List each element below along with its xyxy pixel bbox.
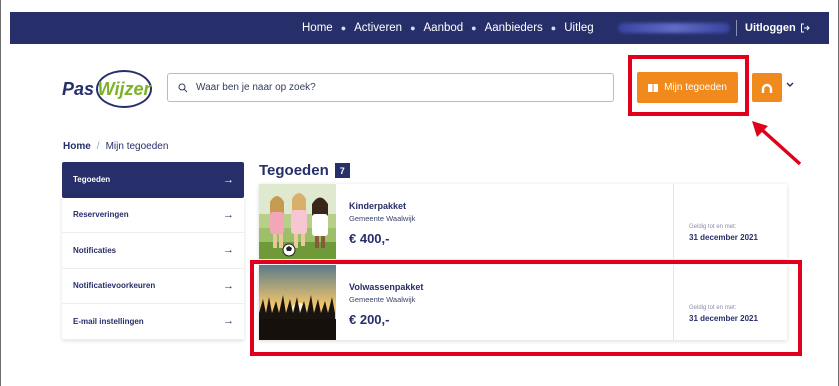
arrow-right-icon: → bbox=[223, 208, 234, 221]
search-icon bbox=[178, 83, 188, 92]
card-name: Kinderpakket bbox=[349, 201, 407, 211]
chevron-down-icon[interactable] bbox=[786, 82, 794, 88]
redacted-user-name bbox=[618, 23, 730, 33]
search-input[interactable] bbox=[196, 82, 596, 93]
top-navigation-bar: Home ● Activeren ● Aanbod ● Aanbieders ●… bbox=[10, 12, 829, 44]
nav-separator-dot: ● bbox=[410, 23, 416, 33]
user-icon bbox=[761, 83, 773, 93]
arrow-right-icon: → bbox=[223, 279, 234, 292]
paswijzer-logo[interactable]: Pas Wijzer bbox=[62, 69, 153, 109]
account-sidebar: Tegoeden → Reserveringen → Notificaties … bbox=[62, 162, 244, 340]
card-divider bbox=[673, 184, 674, 259]
page-title: Tegoeden 7 bbox=[259, 162, 350, 179]
nav-link-aanbod[interactable]: Aanbod bbox=[424, 22, 464, 34]
highlight-box-card bbox=[250, 260, 802, 356]
breadcrumb-current: Mijn tegoeden bbox=[105, 141, 169, 152]
logo-text-pas: Pas bbox=[62, 78, 95, 99]
sidebar-item-label: Tegoeden bbox=[73, 175, 111, 185]
nav-link-aanbieders[interactable]: Aanbieders bbox=[485, 22, 543, 34]
sidebar-item-label: Notificaties bbox=[73, 245, 117, 255]
annotation-arrow-icon bbox=[752, 121, 802, 166]
arrow-right-icon: → bbox=[223, 173, 234, 186]
sidebar-item-label: E-mail instellingen bbox=[73, 316, 144, 326]
nav-link-home[interactable]: Home bbox=[302, 22, 333, 34]
nav-link-uitleg[interactable]: Uitleg bbox=[564, 22, 593, 34]
tegoed-card-kinderpakket[interactable]: Kinderpakket Gemeente Waalwijk € 400,- G… bbox=[259, 184, 787, 259]
sidebar-list: Reserveringen → Notificaties → Notificat… bbox=[62, 197, 244, 340]
card-amount: € 400,- bbox=[349, 231, 390, 246]
nav-link-activeren[interactable]: Activeren bbox=[354, 22, 402, 34]
sidebar-item-notificatievoorkeuren[interactable]: Notificatievoorkeuren → bbox=[62, 268, 244, 304]
logout-icon bbox=[800, 23, 810, 33]
sidebar-item-reserveringen[interactable]: Reserveringen → bbox=[62, 197, 244, 233]
sidebar-item-label: Notificatievoorkeuren bbox=[73, 281, 156, 291]
logo-text-wijzer: Wijzer bbox=[96, 70, 153, 108]
highlight-box-button bbox=[628, 55, 749, 116]
logout-link[interactable]: Uitloggen bbox=[745, 12, 810, 44]
sidebar-item-email-instellingen[interactable]: E-mail instellingen → bbox=[62, 304, 244, 340]
breadcrumb-separator: / bbox=[96, 141, 100, 152]
top-nav-links: Home ● Activeren ● Aanbod ● Aanbieders ●… bbox=[302, 12, 594, 44]
arrow-right-icon: → bbox=[223, 244, 234, 257]
count-badge: 7 bbox=[334, 163, 350, 178]
breadcrumb-home[interactable]: Home bbox=[63, 141, 91, 152]
search-bar[interactable] bbox=[167, 73, 614, 102]
user-menu-button[interactable] bbox=[752, 73, 782, 102]
breadcrumb: Home / Mijn tegoeden bbox=[63, 141, 168, 152]
sidebar-item-notificaties[interactable]: Notificaties → bbox=[62, 233, 244, 269]
card-organisation: Gemeente Waalwijk bbox=[349, 214, 416, 223]
nav-separator-dot: ● bbox=[550, 23, 557, 33]
nav-separator-dot: ● bbox=[340, 23, 347, 33]
sidebar-item-tegoeden[interactable]: Tegoeden → bbox=[62, 162, 244, 198]
page-title-text: Tegoeden bbox=[259, 162, 329, 179]
card-valid-date: 31 december 2021 bbox=[689, 233, 758, 242]
logout-label: Uitloggen bbox=[745, 22, 796, 34]
arrow-right-icon: → bbox=[223, 315, 234, 328]
sidebar-item-label: Reserveringen bbox=[73, 210, 129, 220]
kinderpakket-image bbox=[259, 184, 336, 259]
nav-separator-dot: ● bbox=[471, 23, 477, 33]
card-valid-label: Geldig tot en met: bbox=[689, 224, 737, 230]
nav-divider bbox=[736, 20, 737, 36]
